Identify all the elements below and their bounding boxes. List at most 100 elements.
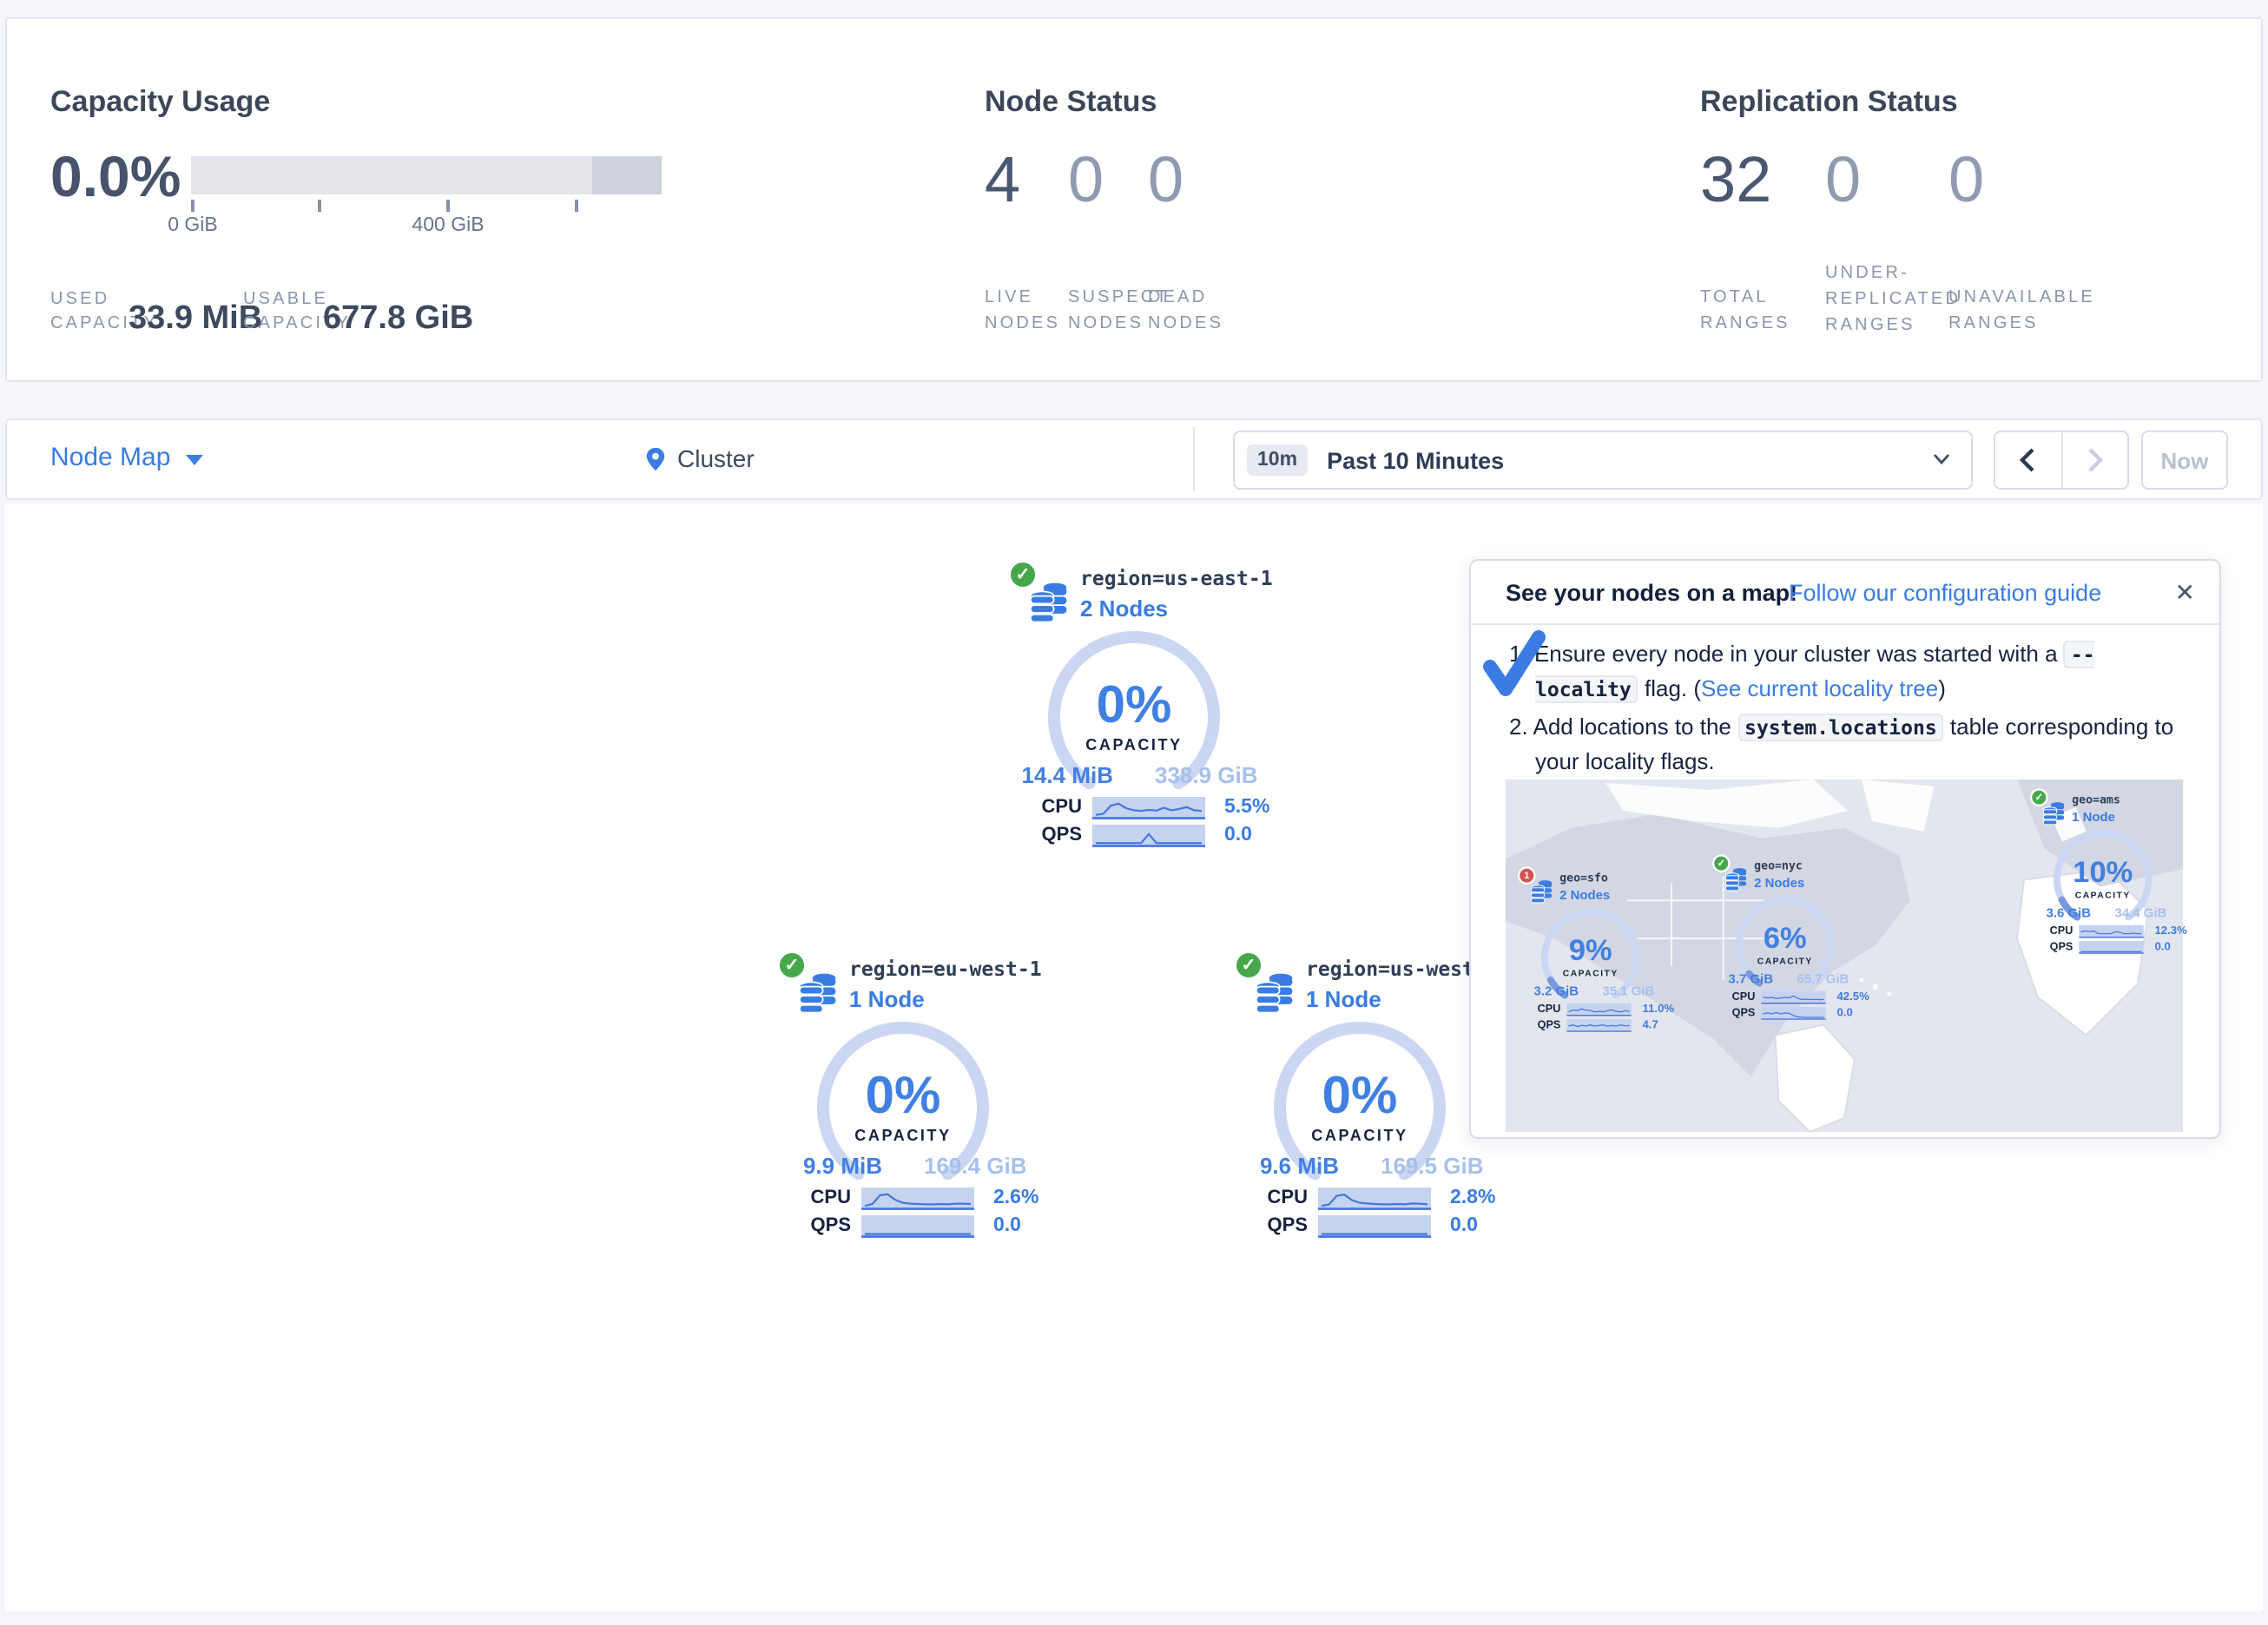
capacity-percent: 0% [695, 1068, 1111, 1127]
map-toolbar: Node Map Cluster 10m Past 10 Minutes [5, 418, 2263, 500]
page-footer-strip [0, 1611, 2268, 1625]
qps-value: 0.0 [1836, 1007, 1852, 1019]
cpu-value: 5.5% [1224, 797, 1269, 818]
locality-label: region=us-east-1 [1080, 566, 1273, 590]
locality-label: geo=nyc [1754, 859, 1803, 872]
cpu-value: 42.5% [1836, 991, 1869, 1003]
usable-capacity-value: 677.8 GiB [323, 300, 473, 339]
close-icon[interactable]: ✕ [2175, 578, 2195, 608]
total-capacity: 169.4 GiB [924, 1153, 1042, 1179]
nodes-count-link[interactable]: 1 Node [849, 986, 925, 1012]
qps-label: QPS [2035, 941, 2074, 953]
nodes-count-link[interactable]: 1 Node [1306, 986, 1381, 1012]
cpu-label: CPU [1242, 1188, 1308, 1208]
qps-sparkline [1566, 1019, 1632, 1032]
nodes-on-map-popup: See your nodes on a map! Follow our conf… [1469, 559, 2221, 1139]
time-range-label: Past 10 Minutes [1327, 447, 1504, 473]
cpu-sparkline [861, 1188, 974, 1210]
time-step-buttons [1994, 431, 2129, 490]
geo-group-nyc[interactable]: ✓ geo=nyc 2 Nodes 6% CAPACITY 3.7 GiB 65… [1665, 852, 1905, 1023]
axis-tick-label: 400 GiB [379, 215, 518, 236]
qps-value: 0.0 [1224, 825, 1252, 845]
cpu-label: CPU [1523, 1003, 1561, 1016]
time-back-button[interactable] [1995, 432, 2060, 488]
capacity-bar-reserved-segment [592, 156, 662, 194]
breadcrumb-label: Cluster [677, 444, 755, 472]
capacity-usage-title: Capacity Usage [50, 85, 270, 120]
total-capacity: 65.7 GiB [1797, 971, 1865, 986]
now-button[interactable]: Now [2141, 431, 2228, 490]
cpu-sparkline [1566, 1003, 1632, 1016]
cluster-summary-card: Capacity Usage 0.0% 0 GiB 400 GiB USEDCA… [5, 17, 2263, 382]
qps-sparkline [1318, 1215, 1431, 1238]
qps-value: 0.0 [993, 1215, 1021, 1236]
locality-label: geo=ams [2072, 793, 2120, 806]
dead-nodes-label: DEAD NODES [1148, 285, 1243, 337]
instruction-step-2: 2. Add locations to the system.locations… [1509, 710, 2197, 778]
qps-sparkline [1761, 1007, 1826, 1020]
qps-sparkline [861, 1215, 974, 1238]
nodes-count-link[interactable]: 2 Nodes [1754, 875, 1804, 890]
geo-group-ams[interactable]: ✓ geo=ams 1 Node 10% CAPACITY 3.6 GiB 34… [1983, 786, 2223, 957]
chevron-down-icon [186, 455, 203, 465]
locality-label: geo=sfo [1559, 871, 1608, 885]
status-ok-badge: ✓ [1712, 854, 1731, 872]
toolbar-divider [1193, 427, 1195, 491]
time-forward-button[interactable] [2062, 432, 2127, 488]
capacity-percent: 10% [1983, 856, 2223, 890]
qps-sparkline [2079, 941, 2144, 954]
cpu-label: CPU [785, 1188, 851, 1208]
cpu-sparkline [2079, 925, 2144, 938]
qps-label: QPS [1242, 1215, 1308, 1236]
dead-nodes-count: 0 [1148, 144, 1183, 217]
live-nodes-label: LIVE NODES [985, 285, 1071, 337]
time-range-selector[interactable]: 10m Past 10 Minutes [1233, 431, 1973, 490]
axis-tick [446, 200, 450, 212]
region-group-us-east-1[interactable]: ✓ region=us-east-1 2 Nodes 0% CAPACITY 1… [926, 556, 1342, 854]
status-ok-badge: ✓ [776, 950, 808, 981]
configuration-guide-link[interactable]: Follow our configuration guide [1789, 580, 2101, 606]
status-ok-badge: ✓ [2030, 788, 2048, 806]
axis-tick [575, 200, 578, 212]
node-status-title: Node Status [985, 85, 1157, 120]
total-ranges-count: 32 [1700, 144, 1771, 217]
region-group-eu-west-1[interactable]: ✓ region=eu-west-1 1 Node 0% CAPACITY 9.… [695, 946, 1111, 1245]
nodes-count-link[interactable]: 2 Nodes [1080, 595, 1168, 622]
axis-tick-label: 0 GiB [123, 215, 262, 236]
cpu-sparkline [1761, 991, 1826, 1004]
breadcrumb[interactable]: Cluster [643, 439, 755, 477]
qps-label: QPS [1523, 1019, 1561, 1031]
capacity-percent: 0% [926, 677, 1342, 736]
used-capacity: 9.9 MiB [764, 1153, 882, 1179]
chevron-right-icon [2087, 448, 2103, 472]
used-capacity: 3.6 GiB [2023, 905, 2091, 920]
nodes-count-link[interactable]: 2 Nodes [1559, 887, 1610, 902]
location-pin-icon [643, 444, 669, 473]
locality-tree-link[interactable]: See current locality tree [1701, 675, 1938, 701]
used-capacity: 3.2 GiB [1511, 984, 1579, 998]
qps-sparkline [1092, 825, 1205, 847]
popup-header: See your nodes on a map! Follow our conf… [1471, 561, 2219, 625]
replication-status-title: Replication Status [1700, 85, 1958, 120]
time-range-badge: 10m [1247, 444, 1308, 476]
qps-value: 4.7 [1642, 1019, 1658, 1031]
capacity-caption: CAPACITY [926, 736, 1342, 753]
chevron-down-icon [1933, 453, 1950, 465]
used-capacity: 9.6 MiB [1221, 1153, 1339, 1179]
capacity-caption: CAPACITY [695, 1127, 1111, 1144]
capacity-caption: CAPACITY [1983, 890, 2223, 899]
total-capacity: 338.9 GiB [1155, 762, 1273, 788]
live-nodes-count: 4 [985, 144, 1020, 217]
total-capacity: 34.4 GiB [2115, 905, 2183, 920]
cpu-label: CPU [2035, 925, 2074, 938]
popup-instructions: 1. Ensure every node in your cluster was… [1509, 637, 2197, 781]
qps-label: QPS [1717, 1007, 1756, 1019]
suspect-nodes-count: 0 [1068, 144, 1104, 217]
view-mode-dropdown[interactable]: Node Map [50, 443, 170, 472]
total-ranges-label: TOTAL RANGES [1700, 285, 1790, 337]
cpu-value: 2.8% [1450, 1188, 1495, 1208]
nodes-count-link[interactable]: 1 Node [2072, 809, 2115, 824]
total-capacity: 35.1 GiB [1603, 984, 1671, 998]
capacity-percent: 6% [1665, 922, 1905, 956]
axis-tick [318, 200, 321, 212]
